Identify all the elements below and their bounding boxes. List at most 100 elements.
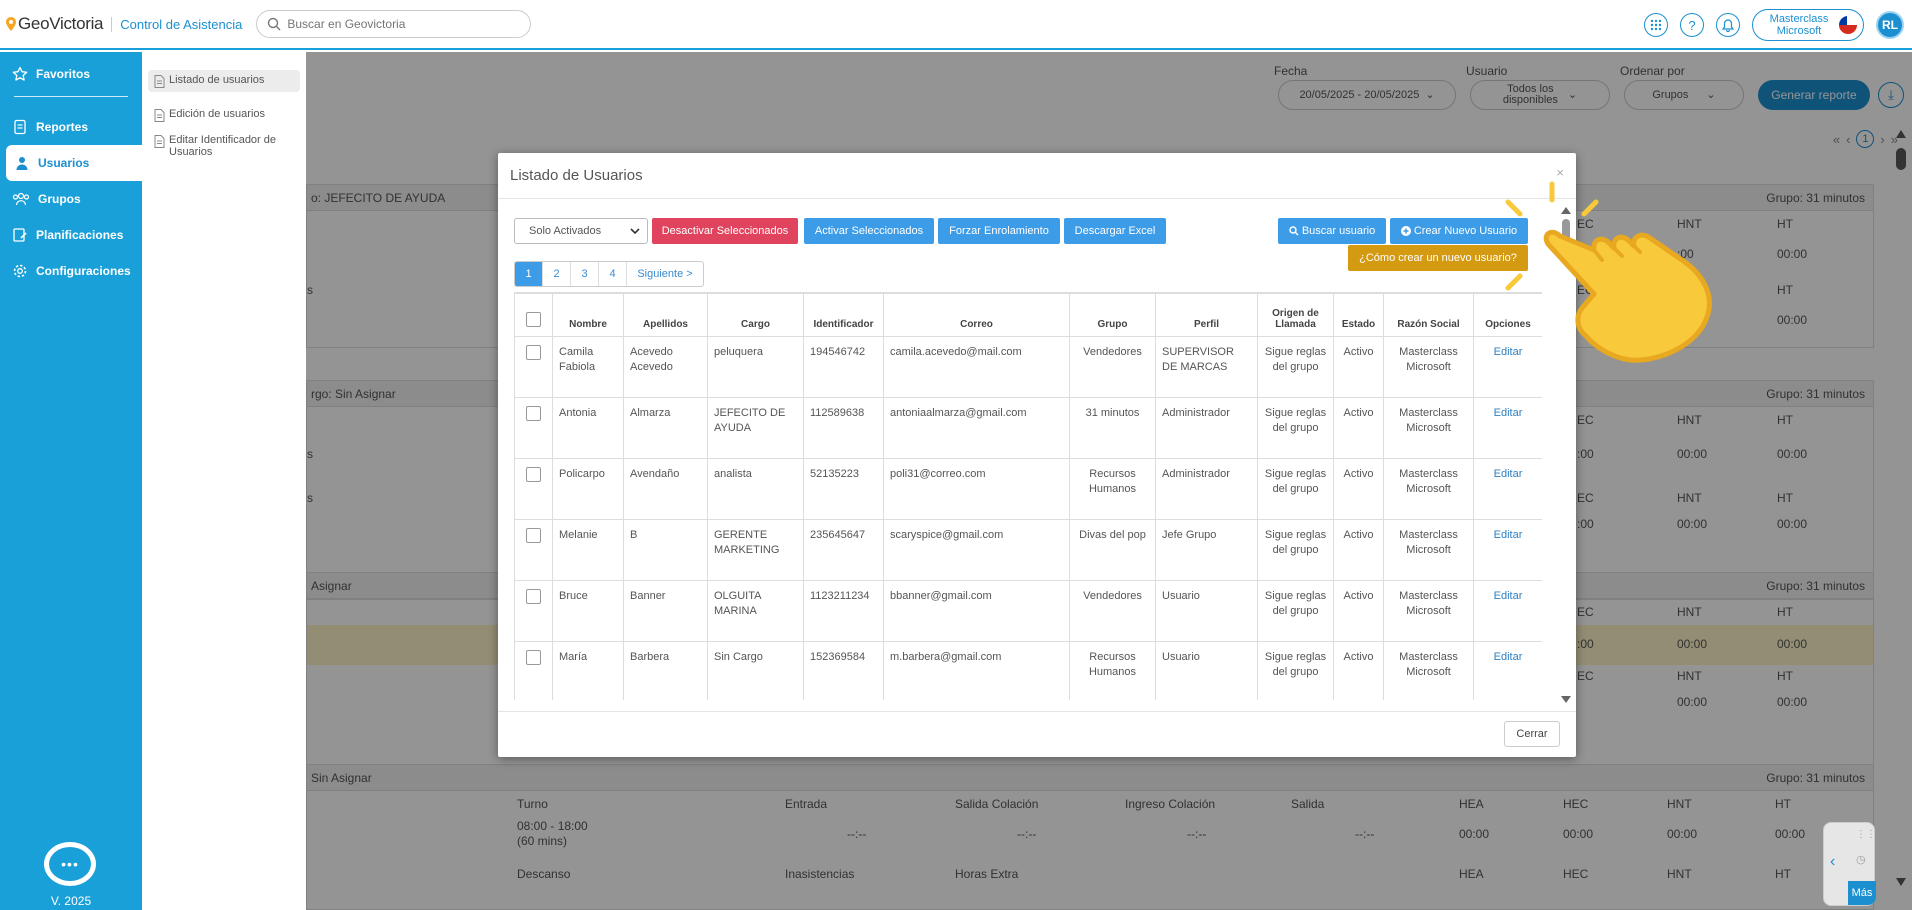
users-modal: Listado de Usuarios × Solo Activados Des… — [498, 153, 1576, 757]
logo-text: GeoVictoria — [18, 14, 104, 33]
search-input[interactable] — [287, 17, 508, 31]
chile-flag-icon — [1839, 16, 1857, 34]
company-name-line1: Masterclass — [1769, 13, 1829, 25]
cell-perfil: Administrador — [1155, 397, 1258, 459]
col-razon-social[interactable]: Razón Social — [1383, 293, 1474, 337]
cell-estado: Activo — [1333, 336, 1384, 398]
sidebar-item-favoritos[interactable]: Favoritos — [0, 56, 142, 92]
edit-link[interactable]: Editar — [1494, 590, 1523, 602]
gear-icon — [13, 264, 27, 278]
col-apellidos[interactable]: Apellidos — [623, 293, 708, 337]
sidebar-item-reportes[interactable]: Reportes — [0, 109, 142, 145]
row-checkbox[interactable] — [526, 589, 541, 604]
cell-identificador: 1123211234 — [803, 580, 884, 642]
cell-estado: Activo — [1333, 580, 1384, 642]
submenu-item-edicion[interactable]: Edición de usuarios — [148, 104, 300, 126]
grid-icon — [1650, 19, 1662, 31]
chat-button[interactable]: ••• — [44, 842, 96, 886]
cell-origen: Sigue reglas del grupo — [1257, 519, 1334, 581]
activate-selected-button[interactable]: Activar Seleccionados — [804, 218, 934, 244]
cell-estado: Activo — [1333, 519, 1384, 581]
cell-opciones: Editar — [1473, 397, 1542, 459]
deactivate-selected-button[interactable]: Desactivar Seleccionados — [652, 218, 798, 244]
avatar[interactable]: RL — [1876, 11, 1904, 39]
row-checkbox[interactable] — [526, 345, 541, 360]
cell-correo: m.barbera@gmail.com — [883, 641, 1070, 700]
select-all-checkbox[interactable] — [526, 312, 541, 327]
close-modal-button[interactable]: Cerrar — [1504, 721, 1560, 747]
cell-grupo: 31 minutos — [1069, 397, 1156, 459]
company-selector[interactable]: Masterclass Microsoft — [1752, 9, 1864, 41]
page-4[interactable]: 4 — [599, 262, 627, 286]
apps-grid-button[interactable] — [1644, 13, 1668, 37]
row-select-cell — [514, 336, 553, 398]
row-checkbox[interactable] — [526, 650, 541, 665]
search-user-button[interactable]: Buscar usuario — [1278, 218, 1386, 244]
sidebar-item-configuraciones[interactable]: Configuraciones — [0, 253, 142, 289]
drag-handle-icon[interactable]: ⋮⋮ — [1856, 829, 1876, 840]
cell-apellidos: Almarza — [623, 397, 708, 459]
notifications-button[interactable] — [1716, 13, 1740, 37]
row-checkbox[interactable] — [526, 467, 541, 482]
col-perfil[interactable]: Perfil — [1155, 293, 1258, 337]
download-excel-button[interactable]: Descargar Excel — [1064, 218, 1166, 244]
cell-nombre: Bruce — [552, 580, 624, 642]
submenu-item-editar-identificador[interactable]: Editar Identificador de Usuarios — [148, 130, 300, 162]
page-scrollbar[interactable] — [1894, 128, 1908, 891]
cell-perfil: SUPERVISOR DE MARCAS — [1155, 336, 1258, 398]
floating-widget[interactable]: ‹ ⋮⋮ ◷ Más — [1823, 822, 1876, 906]
cell-origen: Sigue reglas del grupo — [1257, 397, 1334, 459]
search-icon — [1289, 226, 1299, 236]
col-estado[interactable]: Estado — [1333, 293, 1384, 337]
edit-link[interactable]: Editar — [1494, 529, 1523, 541]
table-row: Camila Fabiola Acevedo Acevedo peluquera… — [514, 336, 1542, 398]
edit-link[interactable]: Editar — [1494, 407, 1523, 419]
help-button[interactable]: ? — [1680, 13, 1704, 37]
collapse-arrow-icon[interactable]: ‹ — [1830, 853, 1835, 871]
cell-cargo: analista — [707, 458, 804, 520]
submenu-item-listado[interactable]: Listado de usuarios — [148, 70, 300, 92]
col-origen[interactable]: Origen de Llamada — [1257, 293, 1334, 337]
col-identificador[interactable]: Identificador — [803, 293, 884, 337]
sidebar-item-usuarios[interactable]: Usuarios — [6, 145, 142, 181]
page-2[interactable]: 2 — [543, 262, 571, 286]
sidebar-divider — [14, 96, 128, 97]
cell-apellidos: Avendaño — [623, 458, 708, 520]
cell-opciones: Editar — [1473, 580, 1542, 642]
bell-icon — [1722, 18, 1734, 32]
logo[interactable]: GeoVictoria — [6, 14, 104, 34]
modal-title: Listado de Usuarios — [510, 167, 643, 184]
cell-cargo: GERENTE MARKETING — [707, 519, 804, 581]
next-page[interactable]: Siguiente > — [627, 262, 703, 286]
sidebar-item-label: Usuarios — [38, 156, 90, 170]
force-enrollment-button[interactable]: Forzar Enrolamiento — [938, 218, 1060, 244]
user-icon — [16, 157, 28, 170]
table-row: Melanie B GERENTE MARKETING 235645647 sc… — [514, 519, 1542, 581]
col-cargo[interactable]: Cargo — [707, 293, 804, 337]
search-user-label: Buscar usuario — [1301, 225, 1376, 237]
sidebar-item-label: Favoritos — [36, 67, 91, 81]
global-search[interactable] — [256, 10, 532, 38]
edit-link[interactable]: Editar — [1494, 651, 1523, 663]
cell-grupo: Vendedores — [1069, 336, 1156, 398]
cell-identificador: 194546742 — [803, 336, 884, 398]
col-grupo[interactable]: Grupo — [1069, 293, 1156, 337]
more-button[interactable]: Más — [1848, 881, 1876, 905]
sidebar-item-planificaciones[interactable]: Planificaciones — [0, 217, 142, 253]
table-row: Bruce Banner OLGUITA MARINA 1123211234 b… — [514, 580, 1542, 642]
edit-link[interactable]: Editar — [1494, 468, 1523, 480]
row-checkbox[interactable] — [526, 528, 541, 543]
page-3[interactable]: 3 — [571, 262, 599, 286]
app-name[interactable]: Control de Asistencia — [111, 16, 242, 32]
status-filter-select[interactable]: Solo Activados — [514, 218, 648, 244]
page-1[interactable]: 1 — [515, 262, 543, 286]
row-checkbox[interactable] — [526, 406, 541, 421]
cell-perfil: Usuario — [1155, 641, 1258, 700]
col-correo[interactable]: Correo — [883, 293, 1070, 337]
document-icon — [154, 135, 165, 148]
sidebar-item-grupos[interactable]: Grupos — [0, 181, 142, 217]
col-nombre[interactable]: Nombre — [552, 293, 624, 337]
sidebar: Favoritos Reportes Usuarios Grupos Plani… — [0, 52, 142, 910]
cell-correo: camila.acevedo@mail.com — [883, 336, 1070, 398]
cell-grupo: Recursos Humanos — [1069, 458, 1156, 520]
